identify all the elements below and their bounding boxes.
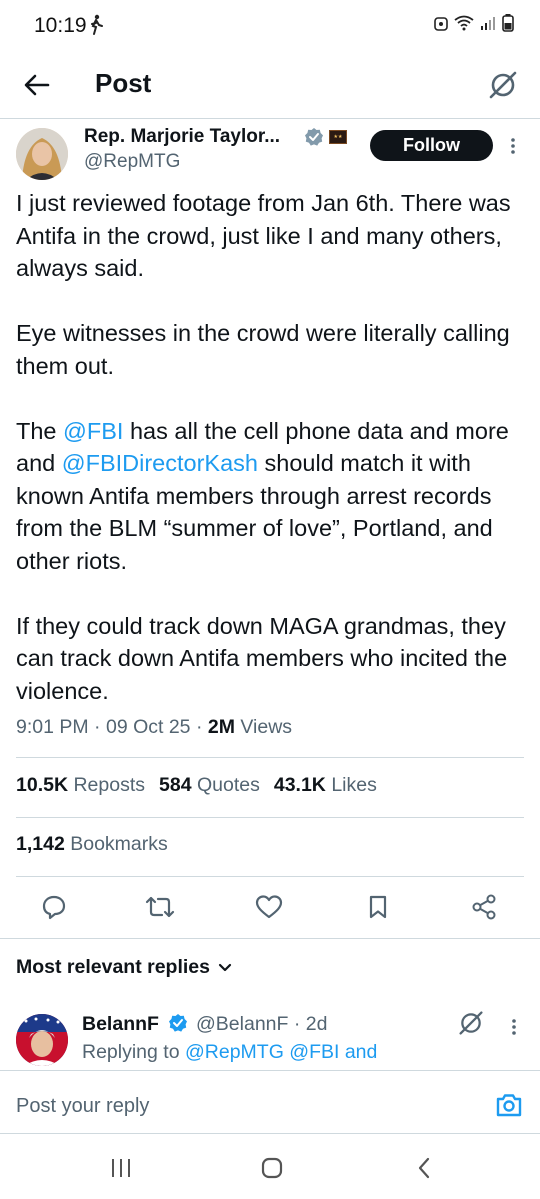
chevron-down-icon bbox=[218, 963, 232, 971]
arrow-left-icon bbox=[24, 74, 50, 96]
replying-to-line: Replying to @RepMTG @FBI and bbox=[82, 1041, 377, 1064]
wifi-icon bbox=[454, 15, 474, 36]
compose-bottom-divider bbox=[0, 1133, 540, 1134]
quotes-stat[interactable]: 584 Quotes bbox=[159, 774, 260, 797]
bookmark-icon bbox=[369, 895, 387, 919]
post-text-segment: If they could track down MAGA grandmas, … bbox=[16, 612, 508, 704]
status-bar: 10:19 bbox=[0, 0, 540, 52]
mention-link[interactable]: @FBIDirectorKash bbox=[62, 450, 258, 476]
recents-icon bbox=[112, 1159, 130, 1177]
follow-button[interactable]: Follow bbox=[370, 130, 493, 161]
replies-sort-dropdown[interactable]: Most relevant replies bbox=[16, 956, 232, 979]
author-handle[interactable]: @RepMTG bbox=[84, 151, 180, 173]
alarm-icon bbox=[434, 15, 448, 36]
replies-sort-label: Most relevant replies bbox=[16, 956, 210, 978]
grok-button[interactable] bbox=[484, 66, 522, 104]
home-icon bbox=[261, 1157, 283, 1179]
header-divider bbox=[0, 118, 540, 119]
system-navigation-bar bbox=[0, 1135, 540, 1199]
home-button[interactable] bbox=[257, 1153, 287, 1183]
reply-author-handle: @BelannF bbox=[196, 1013, 289, 1035]
blue-verified-badge-icon bbox=[168, 1013, 188, 1038]
post-paragraph: If they could track down MAGA grandmas, … bbox=[16, 610, 526, 708]
post-time: 9:01 PM bbox=[16, 716, 89, 738]
quotes-count: 584 bbox=[159, 774, 192, 796]
author-name[interactable]: Rep. Marjorie Taylor... bbox=[84, 126, 280, 148]
stats-divider bbox=[16, 817, 524, 818]
post-author: Rep. Marjorie Taylor... ★★ @RepMTG Follo… bbox=[0, 120, 540, 184]
reply-grok-button[interactable] bbox=[458, 1010, 486, 1038]
post-text-segment: The bbox=[16, 417, 64, 444]
bookmarks-label: Bookmarks bbox=[70, 833, 168, 855]
reply-button[interactable] bbox=[38, 891, 70, 923]
reply-item[interactable]: BelannF @BelannF · 2d Replying to @RepMT… bbox=[0, 1006, 540, 1070]
post-paragraph: I just reviewed footage from Jan 6th. Th… bbox=[16, 187, 526, 285]
page-title: Post bbox=[95, 68, 152, 98]
bookmark-button[interactable] bbox=[362, 891, 394, 923]
reply-more-button[interactable] bbox=[506, 1015, 522, 1039]
meta-separator: · bbox=[293, 1013, 301, 1035]
avatar[interactable] bbox=[16, 128, 68, 180]
camera-icon bbox=[496, 1094, 522, 1117]
heart-icon bbox=[255, 895, 283, 919]
bookmarks-divider bbox=[16, 876, 524, 877]
meta-separator: · bbox=[94, 716, 101, 738]
meta-divider bbox=[16, 757, 524, 758]
reply-handle-line: @BelannF · 2d bbox=[196, 1013, 327, 1036]
grok-icon bbox=[459, 1011, 483, 1035]
views-label: Views bbox=[240, 716, 293, 738]
top-app-bar: Post bbox=[0, 52, 540, 118]
chevron-left-icon bbox=[418, 1157, 430, 1179]
replying-to-mentions[interactable]: @RepMTG @FBI and bbox=[185, 1041, 377, 1063]
status-time: 10:19 bbox=[34, 14, 87, 37]
replying-to-prefix: Replying to bbox=[82, 1041, 180, 1063]
likes-label: Likes bbox=[331, 774, 377, 796]
post-meta: 9:01 PM · 09 Oct 25 · 2M Views bbox=[16, 716, 292, 739]
reply-age: 2d bbox=[305, 1013, 328, 1035]
affiliate-badge-icon: ★★ bbox=[329, 130, 347, 144]
likes-count: 43.1K bbox=[273, 774, 326, 796]
more-options-button[interactable] bbox=[503, 134, 523, 158]
likes-stat[interactable]: 43.1K Likes bbox=[274, 774, 377, 797]
signal-icon bbox=[480, 15, 496, 36]
back-nav-button[interactable] bbox=[409, 1153, 439, 1183]
post-text: I just reviewed footage from Jan 6th. Th… bbox=[16, 187, 526, 707]
views-count: 2M bbox=[207, 716, 235, 738]
repost-button[interactable] bbox=[144, 891, 176, 923]
post-paragraph: Eye witnesses in the crowd were literall… bbox=[16, 317, 526, 382]
more-vertical-icon bbox=[512, 1019, 516, 1035]
bookmarks-stat[interactable]: 1,142 Bookmarks bbox=[16, 833, 168, 856]
share-icon bbox=[472, 894, 496, 920]
post-text-segment: I just reviewed footage from Jan 6th. Th… bbox=[16, 190, 511, 281]
post-actions bbox=[0, 885, 540, 929]
reposts-stat[interactable]: 10.5K Reposts bbox=[16, 774, 145, 797]
reply-composer bbox=[0, 1071, 540, 1135]
like-button[interactable] bbox=[253, 891, 285, 923]
repost-icon bbox=[145, 896, 175, 918]
quotes-label: Quotes bbox=[196, 774, 260, 796]
reposts-count: 10.5K bbox=[16, 774, 69, 796]
share-button[interactable] bbox=[468, 891, 500, 923]
back-button[interactable] bbox=[20, 68, 54, 102]
post-date: 09 Oct 25 bbox=[105, 716, 191, 738]
reposts-label: Reposts bbox=[73, 774, 146, 796]
post-text-segment: Eye witnesses in the crowd were literall… bbox=[16, 320, 510, 379]
avatar[interactable] bbox=[16, 1014, 68, 1066]
bookmarks-count: 1,142 bbox=[16, 833, 65, 855]
camera-button[interactable] bbox=[494, 1090, 524, 1120]
actions-divider bbox=[0, 938, 540, 939]
more-vertical-icon bbox=[511, 138, 515, 154]
meta-separator: · bbox=[195, 716, 203, 738]
mention-link[interactable]: @FBI bbox=[63, 418, 123, 444]
post-stats: 10.5K Reposts 584 Quotes 43.1K Likes bbox=[16, 774, 377, 797]
walking-person-icon bbox=[88, 14, 104, 41]
gray-verified-badge-icon bbox=[304, 127, 324, 152]
grok-icon bbox=[489, 71, 517, 99]
reply-author-name[interactable]: BelannF bbox=[82, 1013, 159, 1036]
recents-button[interactable] bbox=[106, 1153, 136, 1183]
battery-icon bbox=[502, 14, 514, 37]
reply-input[interactable] bbox=[16, 1091, 436, 1121]
post-paragraph: The @FBI has all the cell phone data and… bbox=[16, 415, 526, 578]
reply-icon bbox=[42, 895, 66, 920]
